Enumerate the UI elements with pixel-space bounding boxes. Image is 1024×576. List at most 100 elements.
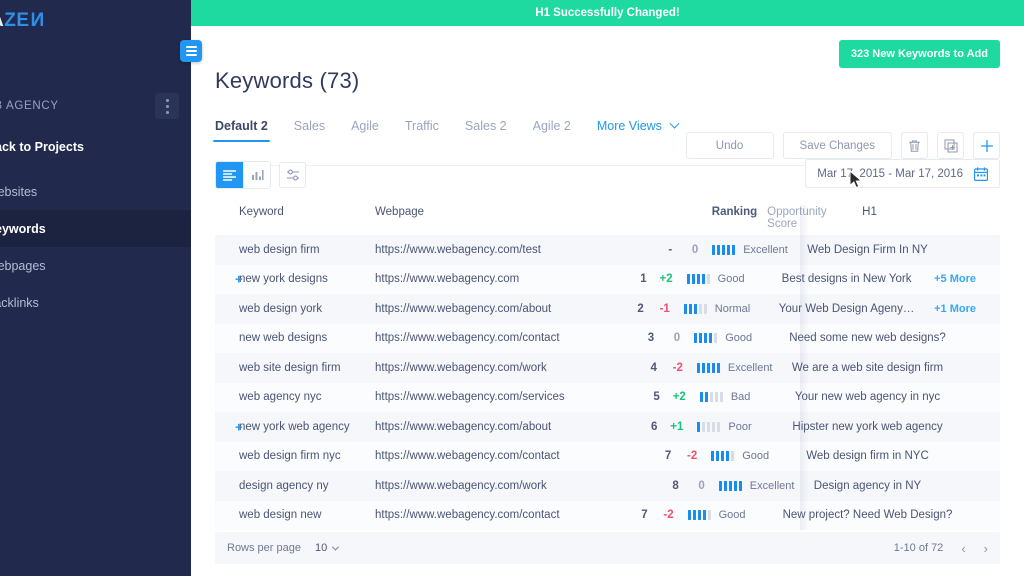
duplicate-button[interactable] <box>937 132 964 159</box>
table-row[interactable]: web design firm nyc https://www.webagency… <box>215 441 1000 471</box>
cell-h1[interactable]: Web design firm in NYC <box>806 450 1000 462</box>
cell-h1[interactable]: Your Web Design Ageny… +1 More <box>779 303 1000 315</box>
tab-traffic[interactable]: Traffic <box>405 119 439 142</box>
cell-keyword[interactable]: web design york <box>215 303 375 315</box>
h1-text: Best designs in New York <box>781 273 912 286</box>
cell-h1[interactable]: New project? Need Web Design? <box>783 509 1000 521</box>
cell-keyword[interactable]: + new york designs <box>215 273 375 286</box>
table-row[interactable]: design agency ny https://www.webagency.co… <box>215 471 1000 501</box>
rows-per-page-control: Rows per page 10 <box>227 542 340 554</box>
table-row[interactable]: web design york https://www.webagency.com… <box>215 294 1000 324</box>
filter-settings-button[interactable] <box>279 162 306 188</box>
table-row[interactable]: web agency nyc https://www.webagency.com/… <box>215 382 1000 412</box>
cell-h1[interactable]: We are a web site design firm <box>792 362 1000 374</box>
cell-ranking: 2 <box>637 302 644 315</box>
column-header-ranking[interactable]: Ranking <box>689 205 757 218</box>
cell-webpage[interactable]: https://www.webagency.com/test <box>375 244 590 256</box>
cell-h1[interactable]: Web Design Firm In NY <box>807 244 1000 256</box>
app-logo[interactable]: AZEN <box>0 0 191 42</box>
column-header-keyword[interactable]: Keyword <box>215 205 375 218</box>
sidebar-item-keywords[interactable]: Keywords <box>0 210 191 247</box>
cell-h1[interactable]: Hipster new york web agency <box>792 421 1000 433</box>
cell-keyword[interactable]: web site design firm <box>215 362 375 374</box>
chart-view-button[interactable] <box>243 162 270 188</box>
cell-opportunity-score: Good <box>684 332 789 344</box>
add-row-button[interactable] <box>973 132 1000 159</box>
cell-opportunity-score: Good <box>678 509 783 521</box>
h1-more-link[interactable]: +1 More <box>934 303 976 315</box>
cell-webpage[interactable]: https://www.webagency.com <box>375 273 590 285</box>
cell-opportunity-score: Bad <box>690 391 795 403</box>
cell-webpage[interactable]: https://www.webagency.com/about <box>375 421 590 433</box>
sidebar-item-label: Webpages <box>0 258 46 273</box>
cell-h1[interactable]: Design agency in NY <box>814 480 1000 492</box>
column-header-opportunity-score[interactable]: Opportunity Score <box>757 205 862 230</box>
score-label: Good <box>725 332 753 345</box>
table-row[interactable]: web design new https://www.webagency.com/… <box>215 500 1000 530</box>
expand-row-plus-icon[interactable]: + <box>235 420 243 433</box>
undo-button[interactable]: Undo <box>685 132 774 159</box>
content-wrapper: 323 New Keywords to Add Keywords (73) De… <box>191 26 1024 530</box>
score-meter <box>686 274 710 285</box>
cell-opportunity-score: Excellent <box>702 244 807 256</box>
cell-h1[interactable]: Best designs in New York +5 More <box>782 273 1000 285</box>
save-changes-button[interactable]: Save Changes <box>782 132 892 159</box>
cell-webpage[interactable]: https://www.webagency.com/work <box>375 362 590 374</box>
calendar-icon <box>974 166 988 181</box>
table-body: web design firm https://www.webagency.com… <box>215 235 1000 530</box>
table-header-row: Keyword Webpage Ranking Opportunity Score… <box>215 205 1000 235</box>
column-header-webpage[interactable]: Webpage <box>375 205 590 218</box>
h1-more-link[interactable]: +5 More <box>934 273 976 285</box>
keyword-text: web design firm <box>239 243 320 256</box>
kebab-menu-icon[interactable] <box>155 93 179 119</box>
table-row[interactable]: web design firm https://www.webagency.com… <box>215 235 1000 265</box>
column-header-h1[interactable]: H1 <box>862 205 1000 218</box>
sidebar-toggle-hamburger-icon[interactable] <box>180 40 202 62</box>
cell-webpage[interactable]: https://www.webagency.com/work <box>375 480 590 492</box>
cell-keyword[interactable]: design agency ny <box>215 480 375 492</box>
copy-icon <box>944 139 957 152</box>
cell-webpage[interactable]: https://www.webagency.com/about <box>375 303 590 315</box>
delete-button[interactable] <box>901 132 928 159</box>
cell-opportunity-score: Good <box>701 450 806 462</box>
cell-webpage[interactable]: https://www.webagency.com/services <box>375 391 590 403</box>
cell-webpage[interactable]: https://www.webagency.com/contact <box>375 450 590 462</box>
plus-icon <box>980 139 993 152</box>
cell-keyword[interactable]: new web designs <box>215 332 375 344</box>
table-row[interactable]: + new york designs https://www.webagency.c… <box>215 264 1000 294</box>
date-range-picker[interactable]: Mar 17, 2015 - Mar 17, 2016 <box>805 159 1000 188</box>
sidebar-item-back-to-projects[interactable]: Back to Projects <box>0 128 191 165</box>
tab-sales-2[interactable]: Sales 2 <box>465 119 507 142</box>
rows-per-page-label: Rows per page <box>227 542 301 554</box>
list-view-button[interactable] <box>216 162 243 188</box>
prev-page-button[interactable]: ‹ <box>961 542 965 555</box>
tab-sales[interactable]: Sales <box>294 119 325 142</box>
tab-default-2[interactable]: Default 2 <box>213 119 270 142</box>
rows-per-page-select[interactable]: 10 <box>315 542 340 554</box>
tab-agile-2[interactable]: Agile 2 <box>533 119 571 142</box>
cell-ranking: 6 <box>650 420 658 433</box>
table-row[interactable]: new web designs https://www.webagency.com… <box>215 323 1000 353</box>
cell-keyword[interactable]: web design firm <box>215 244 375 256</box>
add-new-keywords-button[interactable]: 323 New Keywords to Add <box>838 40 1000 68</box>
table-row[interactable]: + new york web agency https://www.webagenc… <box>215 412 1000 442</box>
next-page-button[interactable]: › <box>984 542 988 555</box>
sidebar-item-backlinks[interactable]: Backlinks <box>0 284 191 321</box>
cell-h1[interactable]: Your new web agency in nyc <box>795 391 1000 403</box>
cell-h1[interactable]: Need some new web designs? <box>789 332 1000 344</box>
cell-keyword[interactable]: web design firm nyc <box>215 450 375 462</box>
tab-agile[interactable]: Agile <box>351 119 379 142</box>
h1-text: Design agency in NY <box>813 479 922 492</box>
cell-keyword[interactable]: + new york web agency <box>215 420 375 433</box>
cell-webpage[interactable]: https://www.webagency.com/contact <box>375 332 590 344</box>
table-row[interactable]: web site design firm https://www.webagenc… <box>215 353 1000 383</box>
expand-row-plus-icon[interactable]: + <box>235 273 243 286</box>
cell-keyword[interactable]: web agency nyc <box>215 391 375 403</box>
sidebar-item-webpages[interactable]: Webpages <box>0 247 191 284</box>
sidebar-item-websites[interactable]: Websites <box>0 173 191 210</box>
more-views-dropdown[interactable]: More Views <box>597 118 680 142</box>
h1-text: Your new web agency in nyc <box>794 391 941 404</box>
cell-webpage[interactable]: https://www.webagency.com/contact <box>375 509 590 521</box>
cell-keyword[interactable]: web design new <box>215 509 375 521</box>
